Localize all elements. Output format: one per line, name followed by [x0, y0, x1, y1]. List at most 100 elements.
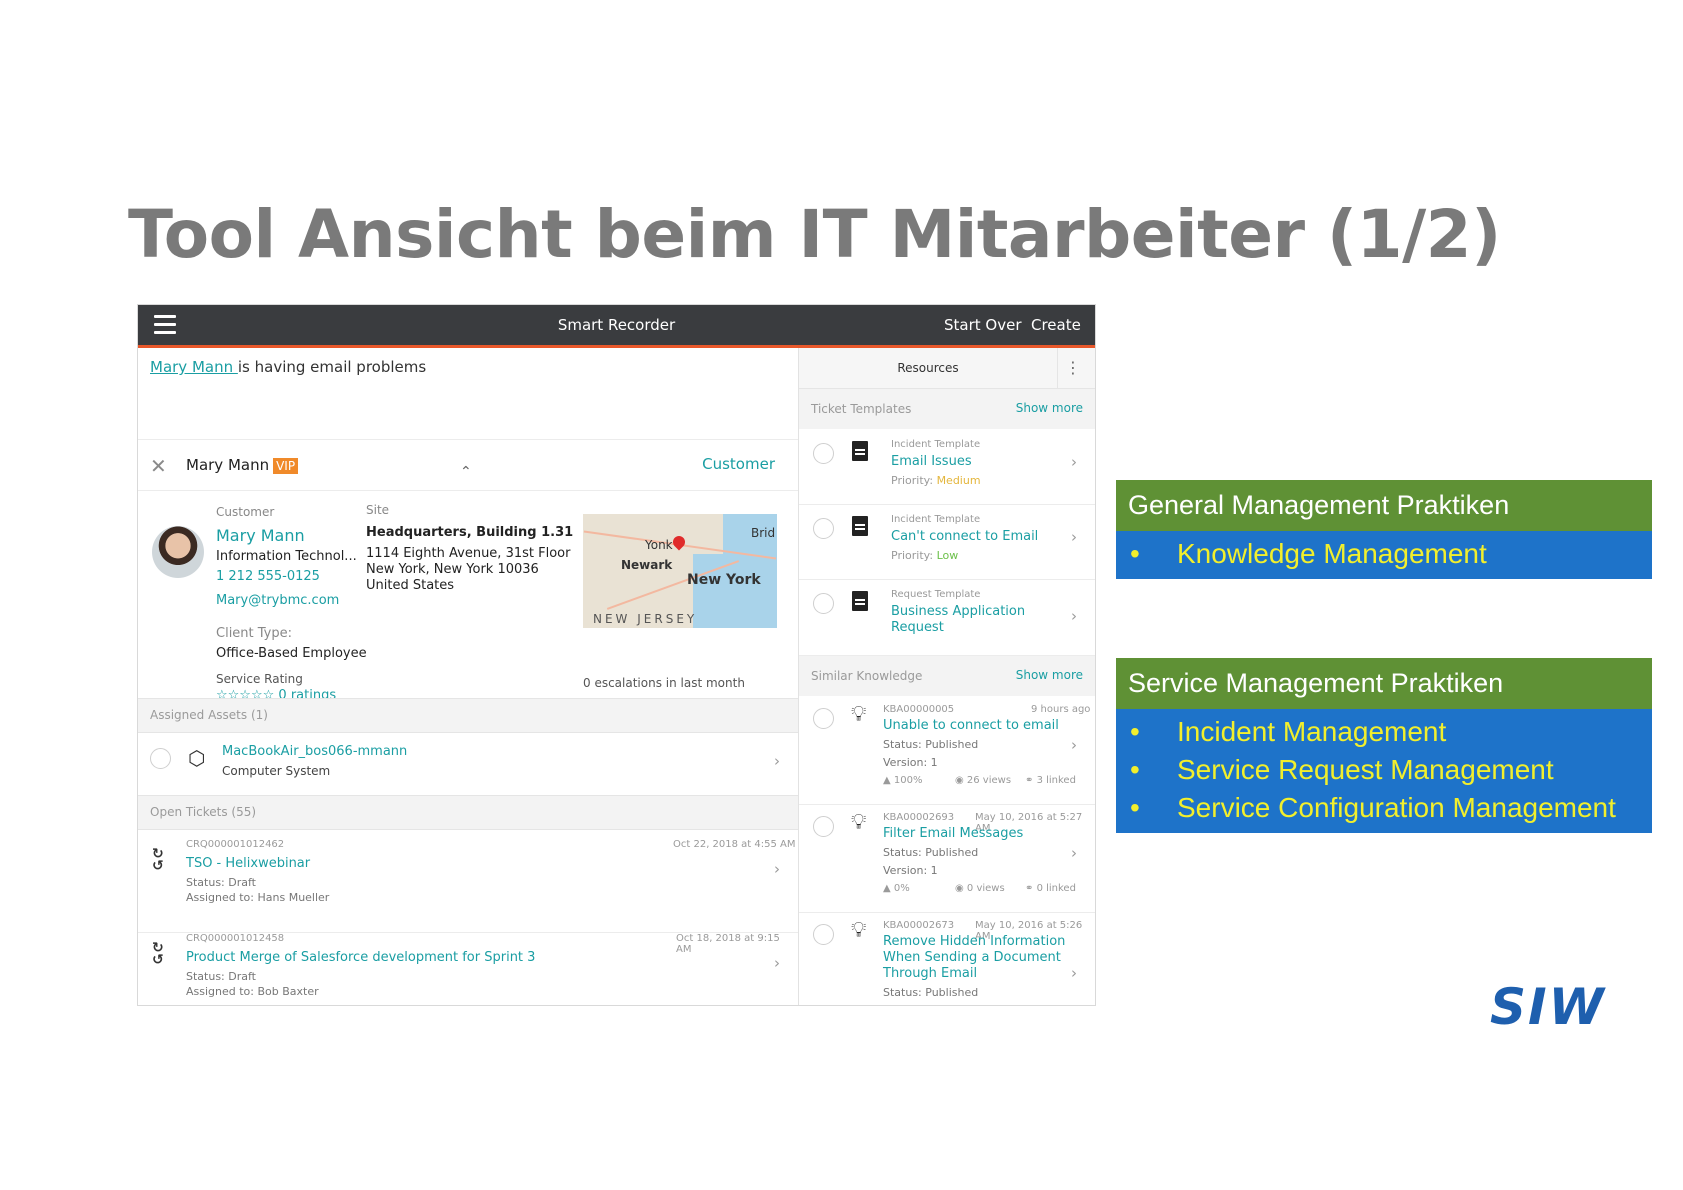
slide-title: Tool Ansicht beim IT Mitarbeiter (1/2) [128, 196, 1501, 273]
helpful-percent: 100% [893, 775, 923, 786]
linked-count: 3 linked [1036, 775, 1076, 786]
knowledge-item[interactable]: 💡︎ KBA00000005 9 hours ago Unable to con… [799, 696, 1095, 805]
chevron-right-icon[interactable]: › [1071, 736, 1077, 754]
priority-value: Low [936, 549, 959, 562]
template-name[interactable]: Can't connect to Email [891, 529, 1038, 545]
template-item[interactable]: Request Template Business Application Re… [799, 579, 1095, 656]
site-address-2: New York, New York 10036 [366, 562, 539, 577]
general-management-box: General Management Praktiken Knowledge M… [1116, 480, 1652, 579]
site-map[interactable]: Yonk Brid Newark New York NEW JERSEY [583, 514, 777, 628]
customer-header: ✕ Mary Mann VIP ⌃ Customer [138, 439, 798, 491]
asset-select-radio[interactable] [150, 748, 171, 769]
knowledge-id: KBA00002673 [883, 920, 955, 931]
ticket-title[interactable]: Product Merge of Salesforce development … [186, 950, 535, 965]
change-request-icon: ↻ ↺ [152, 940, 164, 968]
knowledge-item[interactable]: 💡︎ KBA00002693 May 10, 2016 at 5:27 AM F… [799, 804, 1095, 913]
knowledge-title[interactable]: Filter Email Messages [883, 826, 1023, 842]
link-icon: ⚭ [1025, 775, 1037, 786]
ticket-date: Oct 22, 2018 at 4:55 AM [673, 839, 796, 850]
knowledge-show-more-link[interactable]: Show more [1016, 668, 1083, 682]
knowledge-select-radio[interactable] [813, 708, 834, 729]
bullet-item: Knowledge Management [1116, 535, 1652, 573]
smart-recorder-screenshot: Smart Recorder Start Over Create Mary Ma… [137, 304, 1096, 1006]
assigned-assets-section: Assigned Assets (1) [138, 698, 798, 733]
views-count: 26 views [966, 775, 1012, 786]
map-label-yonk: Yonk [645, 538, 673, 552]
ticket-assignee: Assigned to: Hans Mueller [186, 891, 330, 904]
client-type-label: Client Type: [216, 626, 293, 641]
similar-knowledge-section: Similar Knowledge Show more [799, 656, 1095, 696]
views-count: 0 views [966, 883, 1005, 894]
site-label: Site [366, 503, 390, 517]
resources-tab[interactable]: Resources [799, 348, 1058, 388]
template-name[interactable]: Business Application Request [891, 604, 1031, 636]
customer-label: Customer [216, 505, 275, 519]
asset-type: Computer System [222, 764, 331, 778]
asset-name[interactable]: MacBookAir_bos066-mmann [222, 744, 407, 759]
open-tickets-header: Open Tickets (55) [150, 805, 257, 819]
document-icon [852, 591, 868, 611]
customer-email[interactable]: Mary@trybmc.com [216, 593, 339, 608]
knowledge-item[interactable]: 💡︎ KBA00002673 May 10, 2016 at 5:26 AM R… [799, 912, 1095, 1005]
template-item[interactable]: Incident Template Can't connect to Email… [799, 504, 1095, 580]
svg-text:SIW: SIW [1490, 980, 1607, 1030]
knowledge-title-line-2[interactable]: When Sending a Document [883, 950, 1061, 966]
chevron-right-icon[interactable]: › [1071, 528, 1077, 546]
priority-label: Priority: [891, 474, 937, 487]
siw-logo: SIW [1490, 980, 1607, 1030]
knowledge-title-line-1[interactable]: Remove Hidden Information [883, 934, 1065, 950]
thumbs-up-icon: ▲ [883, 775, 894, 786]
chevron-right-icon[interactable]: › [774, 954, 780, 972]
knowledge-title[interactable]: Unable to connect to email [883, 718, 1059, 734]
template-select-radio[interactable] [813, 518, 834, 539]
chevron-right-icon[interactable]: › [774, 860, 780, 878]
customer-tab[interactable]: Customer [702, 455, 775, 473]
document-icon [852, 516, 868, 536]
chevron-right-icon[interactable]: › [1071, 607, 1077, 625]
open-tickets-section: Open Tickets (55) [138, 795, 798, 830]
customer-link[interactable]: Mary Mann [150, 358, 238, 376]
resources-panel: Resources ⋮ Ticket Templates Show more I… [799, 348, 1095, 1005]
client-type-value: Office-Based Employee [216, 646, 367, 661]
more-options-icon[interactable]: ⋮ [1065, 358, 1081, 377]
chevron-up-icon[interactable]: ⌃ [460, 464, 472, 480]
ticket-status: Status: Draft [186, 876, 256, 889]
start-over-button[interactable]: Start Over [944, 316, 1022, 334]
left-panel: Mary Mann is having email problems ✕ Mar… [138, 348, 799, 1005]
site-address-1: 1114 Eighth Avenue, 31st Floor [366, 546, 571, 561]
template-select-radio[interactable] [813, 593, 834, 614]
template-select-radio[interactable] [813, 443, 834, 464]
ticket-title[interactable]: TSO - Helixwebinar [186, 856, 310, 871]
templates-show-more-link[interactable]: Show more [1016, 401, 1083, 415]
knowledge-title-line-3[interactable]: Through Email [883, 966, 977, 982]
ticket-assignee: Assigned to: Bob Baxter [186, 985, 319, 998]
knowledge-id: KBA00002693 [883, 812, 955, 823]
thumbs-up-icon: ▲ [883, 883, 894, 894]
site-name: Headquarters, Building 1.31 [366, 525, 574, 540]
bullet-item: Service Configuration Management [1116, 789, 1652, 827]
chevron-right-icon[interactable]: › [1071, 453, 1077, 471]
ticket-templates-header: Ticket Templates [811, 402, 912, 416]
close-icon[interactable]: ✕ [150, 454, 167, 478]
template-name[interactable]: Email Issues [891, 454, 972, 470]
link-icon: ⚭ [1025, 883, 1037, 894]
template-kind: Incident Template [891, 514, 981, 525]
assigned-assets-header: Assigned Assets (1) [150, 708, 268, 722]
knowledge-select-radio[interactable] [813, 816, 834, 837]
create-button[interactable]: Create [1031, 316, 1081, 334]
map-label-brid: Brid [751, 526, 776, 540]
ticket-id: CRQ000001012458 [186, 933, 285, 944]
customer-name-link[interactable]: Mary Mann [216, 526, 305, 545]
bullet-item: Incident Management [1116, 713, 1652, 751]
chevron-right-icon[interactable]: › [1071, 964, 1077, 982]
knowledge-version: Version: 1 [883, 864, 938, 877]
chevron-right-icon[interactable]: › [774, 752, 780, 770]
template-item[interactable]: Incident Template Email Issues Priority:… [799, 429, 1095, 505]
incident-summary[interactable]: Mary Mann is having email problems [150, 358, 426, 376]
location-pin-icon [670, 533, 688, 551]
helpful-percent: 0% [893, 883, 910, 894]
customer-phone[interactable]: 1 212 555-0125 [216, 569, 320, 584]
knowledge-time: 9 hours ago [1031, 704, 1091, 715]
knowledge-select-radio[interactable] [813, 924, 834, 945]
chevron-right-icon[interactable]: › [1071, 844, 1077, 862]
